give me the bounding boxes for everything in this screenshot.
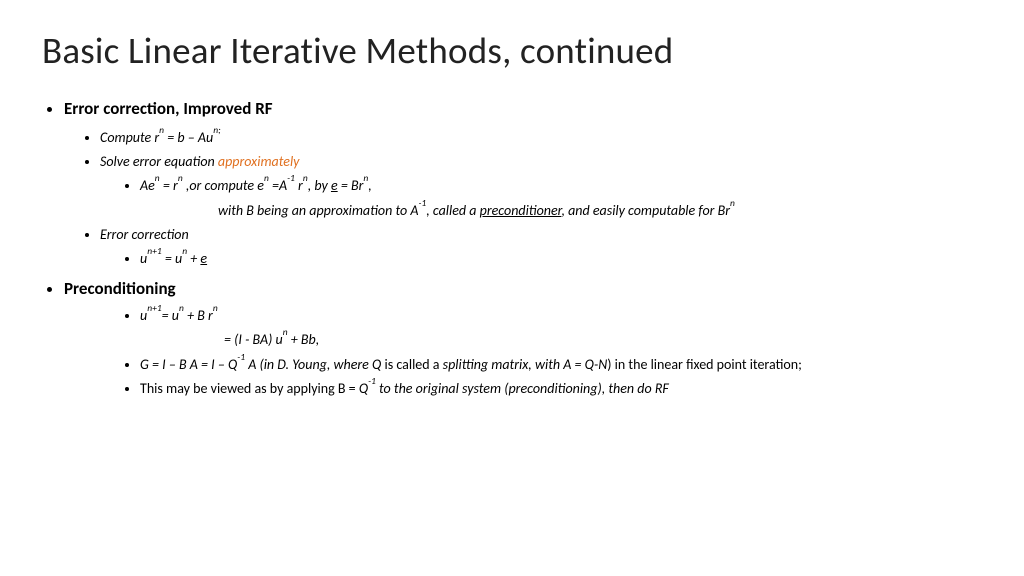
precond-eq1: un+1= un + B rn [140,306,982,326]
approx-word: approximately [218,153,300,170]
error-correction-item: Error correction un+1 = un + e [100,225,982,270]
precond-list2: G = I – B A = I – Q-1 A (in D. Young, wh… [64,355,982,400]
update-list: un+1 = un + e [100,249,982,269]
precond-list: un+1= un + B rn [64,306,982,326]
content-list: Error correction, Improved RF Compute rn… [42,97,982,399]
slide: Basic Linear Iterative Methods, continue… [0,0,1024,576]
update-equation: un+1 = un + e [140,249,982,269]
g-equation: G = I – B A = I – Q-1 A (in D. Young, wh… [140,355,982,375]
with-b-note: with B being an approximation to A-1, ca… [100,201,982,221]
section-error-correction: Error correction, Improved RF Compute rn… [64,97,982,269]
detail-list: Aen = rn ,or compute en =A-1 rn, by e = … [100,176,982,196]
compute-residual: Compute rn = b – Aun; [100,128,982,148]
precond-eq2: = (I - BA) un + Bb, [64,330,982,350]
last-note: This may be viewed as by applying B = Q-… [140,379,982,399]
slide-title: Basic Linear Iterative Methods, continue… [42,28,982,73]
solve-error-eq: Solve error equation approximately Aen =… [100,152,982,221]
section-head: Error correction, Improved RF [64,98,273,119]
section-preconditioning: Preconditioning un+1= un + B rn = (I - B… [64,277,982,399]
ae-equation: Aen = rn ,or compute en =A-1 rn, by e = … [140,176,982,196]
section-head: Preconditioning [64,278,176,299]
subsection-list: Compute rn = b – Aun; Solve error equati… [64,128,982,270]
